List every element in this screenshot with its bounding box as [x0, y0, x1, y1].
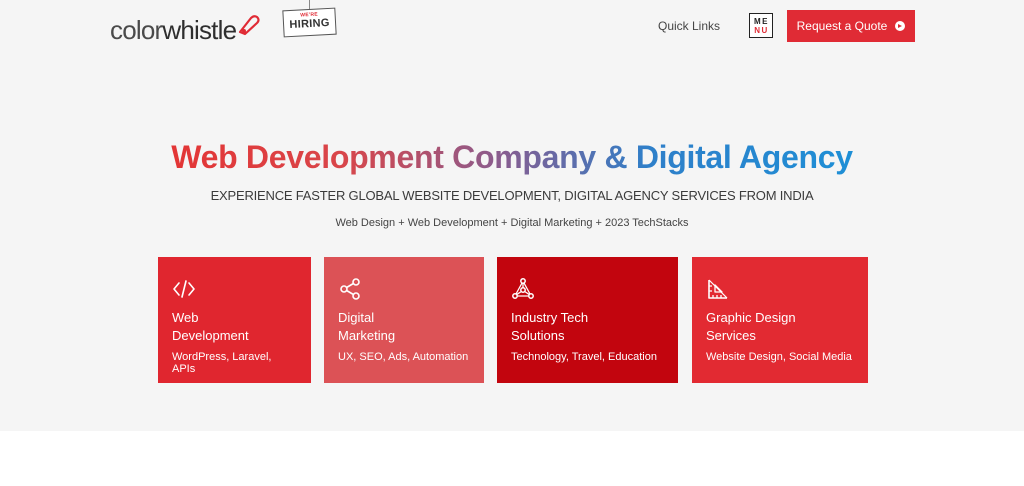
menu-button[interactable]: ME NU [749, 13, 773, 38]
colorwhistle-logo[interactable]: colorwhistle [110, 14, 261, 44]
service-card-title: Industry Tech Solutions [511, 310, 589, 343]
quick-links-link[interactable]: Quick Links [658, 19, 720, 33]
menu-label-bottom: NU [754, 26, 769, 35]
arrow-circle-icon [895, 21, 906, 31]
code-icon [173, 280, 195, 298]
hero-section: colorwhistle WE'RE HIRING Quick Links ME… [0, 0, 1024, 431]
logo-wordmark: colorwhistle [110, 15, 237, 45]
service-card-graphic-design[interactable]: Graphic Design Services Website Design, … [692, 257, 868, 383]
service-card-industry-tech[interactable]: Industry Tech Solutions Technology, Trav… [497, 257, 678, 383]
page-tagline: Web Design + Web Development + Digital M… [335, 217, 689, 229]
network-icon [512, 278, 534, 299]
menu-label-top: ME [754, 17, 769, 26]
service-card-desc: Website Design, Social Media [706, 351, 852, 363]
page-title: Web Development Company & Digital Agency [0, 138, 1024, 176]
service-card-digital-marketing[interactable]: Digital Marketing UX, SEO, Ads, Automati… [324, 257, 484, 383]
service-card-title: Digital Marketing [338, 310, 396, 343]
design-ruler-icon [708, 279, 728, 299]
hiring-tag: WE'RE HIRING [282, 7, 337, 38]
logo-word-whistle: whistle [162, 15, 237, 45]
request-quote-label: Request a Quote [796, 19, 888, 33]
hiring-big-text: HIRING [289, 16, 331, 32]
service-card-desc: WordPress, Laravel, APIs [172, 351, 272, 375]
service-card-web-development[interactable]: Web Development WordPress, Laravel, APIs [158, 257, 311, 383]
service-card-desc: UX, SEO, Ads, Automation [338, 351, 469, 363]
page-title-text: Web Development Company & Digital Agency [171, 139, 853, 175]
request-quote-button[interactable]: Request a Quote [787, 10, 915, 42]
whistle-icon [239, 15, 260, 36]
service-card-title: Web Development [172, 310, 249, 343]
page-subhead: EXPERIENCE FASTER GLOBAL WEBSITE DEVELOP… [210, 188, 814, 203]
hiring-badge[interactable]: WE'RE HIRING [281, 0, 337, 40]
share-icon [340, 278, 360, 300]
service-card-title: Graphic Design Services [706, 310, 796, 343]
logo-word-color: color [110, 15, 163, 45]
service-card-desc: Technology, Travel, Education [511, 351, 657, 363]
